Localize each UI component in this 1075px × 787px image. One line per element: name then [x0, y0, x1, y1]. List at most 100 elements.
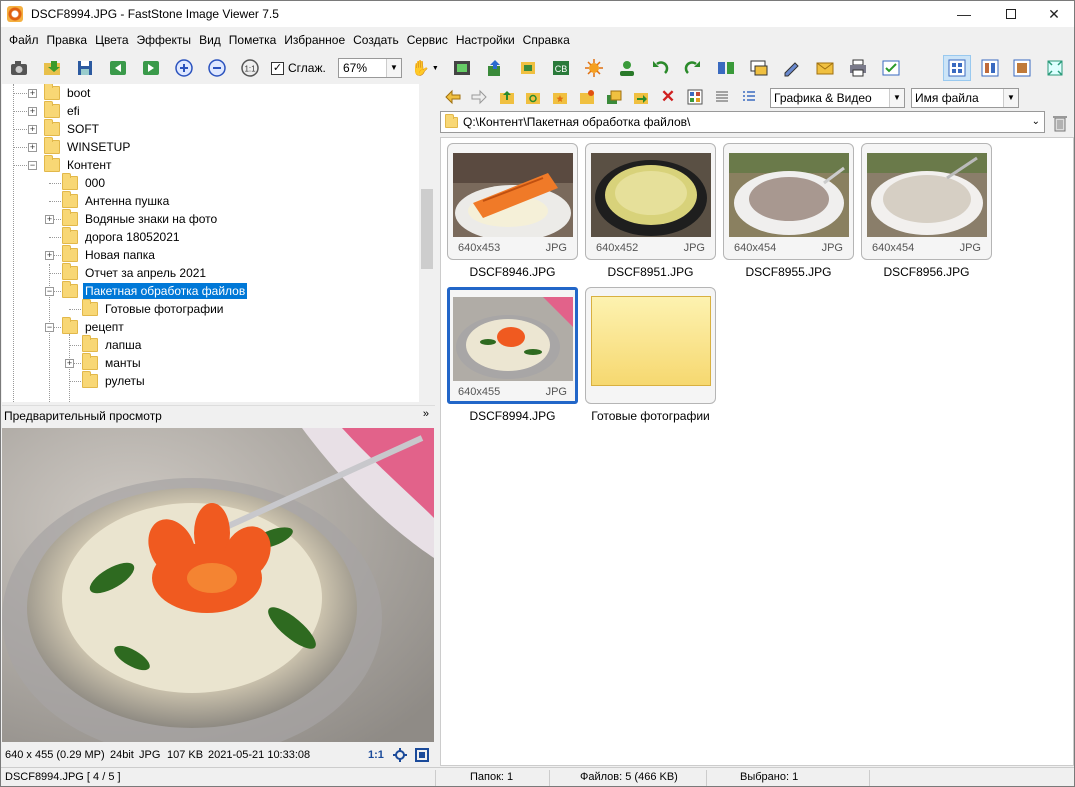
next-image-button[interactable]	[140, 57, 162, 79]
layout-browser-button[interactable]	[943, 55, 971, 81]
trash-icon[interactable]	[1051, 114, 1069, 132]
favorites-button[interactable]	[551, 88, 569, 106]
collapse-icon[interactable]: −	[45, 323, 54, 332]
redeye-button[interactable]	[616, 57, 638, 79]
email-button[interactable]	[814, 57, 836, 79]
zoom-select[interactable]: 67% ▼	[338, 58, 402, 78]
prev-image-button[interactable]	[107, 57, 129, 79]
draw-button[interactable]	[781, 57, 803, 79]
tree-item-000[interactable]: 000	[62, 173, 107, 192]
forward-button[interactable]	[470, 88, 488, 106]
slideshow-button[interactable]	[748, 57, 770, 79]
tree-item-boot[interactable]: + boot	[28, 84, 92, 102]
move-to-folder-button[interactable]	[632, 88, 650, 106]
tree-item-new-folder[interactable]: + Новая папка	[45, 245, 157, 264]
fullscreen-button[interactable]	[1044, 57, 1066, 79]
menu-help[interactable]: Справка	[519, 29, 574, 51]
expand-icon[interactable]: +	[28, 125, 37, 134]
copy-to-button[interactable]	[484, 57, 506, 79]
thumbnail-folder-item[interactable]: Готовые фотографии	[585, 287, 716, 430]
close-button[interactable]: ✕	[1032, 1, 1075, 27]
crop-button[interactable]	[517, 57, 539, 79]
rotate-right-button[interactable]	[682, 57, 704, 79]
minimize-button[interactable]: —	[942, 1, 986, 27]
tree-item-noodles[interactable]: лапша	[82, 335, 143, 354]
tree-item-ready-photos[interactable]: Готовые фотографии	[82, 299, 225, 318]
tree-item-manty[interactable]: + манты	[65, 353, 143, 372]
copy-to-folder-button[interactable]	[605, 88, 623, 106]
menu-tag[interactable]: Пометка	[225, 29, 281, 51]
collapse-icon[interactable]: −	[45, 287, 54, 296]
details-view-button[interactable]	[740, 88, 758, 106]
tree-item-road[interactable]: дорога 18052021	[62, 227, 182, 246]
smooth-checkbox[interactable]: ✓	[271, 62, 284, 75]
actual-size-toggle[interactable]: 1:1	[368, 749, 384, 761]
tree-item-watermarks[interactable]: + Водяные знаки на фото	[45, 209, 219, 228]
expand-icon[interactable]: +	[28, 107, 37, 116]
layout-list-button[interactable]	[979, 57, 1001, 79]
camera-button[interactable]	[8, 57, 30, 79]
fit-icon[interactable]	[393, 748, 407, 762]
chevron-down-icon[interactable]: ⌄	[1032, 116, 1040, 127]
tree-item-batch[interactable]: − Пакетная обработка файлов	[45, 281, 248, 300]
actual-size-button[interactable]: 1:1	[239, 57, 261, 79]
color-balance-button[interactable]: CB	[550, 57, 572, 79]
tree-scrollbar[interactable]	[419, 84, 435, 402]
menu-favorites[interactable]: Избранное	[280, 29, 349, 51]
refresh-button[interactable]	[524, 88, 542, 106]
tree-item-efi[interactable]: + efi	[28, 101, 82, 120]
maximize-button[interactable]	[989, 1, 1033, 27]
filmstrip-button[interactable]	[451, 57, 473, 79]
menu-settings[interactable]: Настройки	[452, 29, 519, 51]
list-view-button[interactable]	[713, 88, 731, 106]
tree-item-recipe[interactable]: − рецепт	[45, 317, 126, 336]
tree-item-content[interactable]: − Контент	[28, 155, 113, 174]
menu-create[interactable]: Создать	[349, 29, 403, 51]
menu-effects[interactable]: Эффекты	[133, 29, 196, 51]
thumbnail-item[interactable]: 640x454 JPG DSCF8955.JPG	[723, 143, 854, 286]
open-folder-button[interactable]	[41, 57, 63, 79]
thumbnail-item[interactable]: 640x454 JPG DSCF8956.JPG	[861, 143, 992, 286]
sort-select[interactable]: Имя файла ▼	[911, 88, 1019, 108]
tree-item-soft[interactable]: + SOFT	[28, 119, 101, 138]
expand-icon[interactable]: +	[45, 251, 54, 260]
tree-item-winsetup[interactable]: + WINSETUP	[28, 137, 132, 156]
expand-icon[interactable]: +	[28, 89, 37, 98]
tree-scroll-thumb[interactable]	[421, 189, 433, 269]
expand-icon[interactable]: +	[65, 359, 74, 368]
brightness-button[interactable]	[583, 57, 605, 79]
expand-icon[interactable]: +	[28, 143, 37, 152]
expand-icon[interactable]: +	[45, 215, 54, 224]
collapse-icon[interactable]: −	[28, 161, 37, 170]
delete-button[interactable]: ✕	[659, 87, 677, 106]
up-folder-button[interactable]	[498, 88, 516, 106]
tree-item-report[interactable]: Отчет за апрель 2021	[62, 263, 208, 282]
menu-file[interactable]: Файл	[5, 29, 43, 51]
back-button[interactable]	[444, 88, 462, 106]
tree-item-antenna[interactable]: Антенна пушка	[62, 191, 171, 210]
layout-preview-button[interactable]	[1011, 57, 1033, 79]
menu-colors[interactable]: Цвета	[91, 29, 132, 51]
zoom-out-button[interactable]	[206, 57, 228, 79]
thumbnails-view-button[interactable]	[686, 88, 704, 106]
thumbnail-item[interactable]: 640x453 JPG DSCF8946.JPG	[447, 143, 578, 286]
tree-item-rolls[interactable]: рулеты	[82, 371, 147, 390]
path-combobox[interactable]: Q:\Контент\Пакетная обработка файлов\ ⌄	[440, 111, 1045, 133]
print-button[interactable]	[847, 57, 869, 79]
hand-tool-button[interactable]: ✋ ▼	[410, 57, 440, 79]
filter-select[interactable]: Графика & Видео ▼	[770, 88, 905, 108]
menu-view[interactable]: Вид	[195, 29, 225, 51]
menu-tools[interactable]: Сервис	[403, 29, 452, 51]
thumbnail-item[interactable]: 640x452 JPG DSCF8951.JPG	[585, 143, 716, 286]
thumbnail-frame: 640x454 JPG	[723, 143, 854, 260]
batch-button[interactable]	[880, 57, 902, 79]
menu-edit[interactable]: Правка	[43, 29, 92, 51]
save-button[interactable]	[74, 57, 96, 79]
collapse-chevron-icon[interactable]: »	[423, 408, 429, 420]
fullscreen-preview-icon[interactable]	[415, 748, 429, 762]
thumbnail-item-selected[interactable]: 640x455 JPG DSCF8994.JPG	[447, 287, 578, 430]
rotate-left-button[interactable]	[649, 57, 671, 79]
compare-button[interactable]	[715, 57, 737, 79]
new-folder-button[interactable]	[578, 88, 596, 106]
zoom-in-button[interactable]	[173, 57, 195, 79]
